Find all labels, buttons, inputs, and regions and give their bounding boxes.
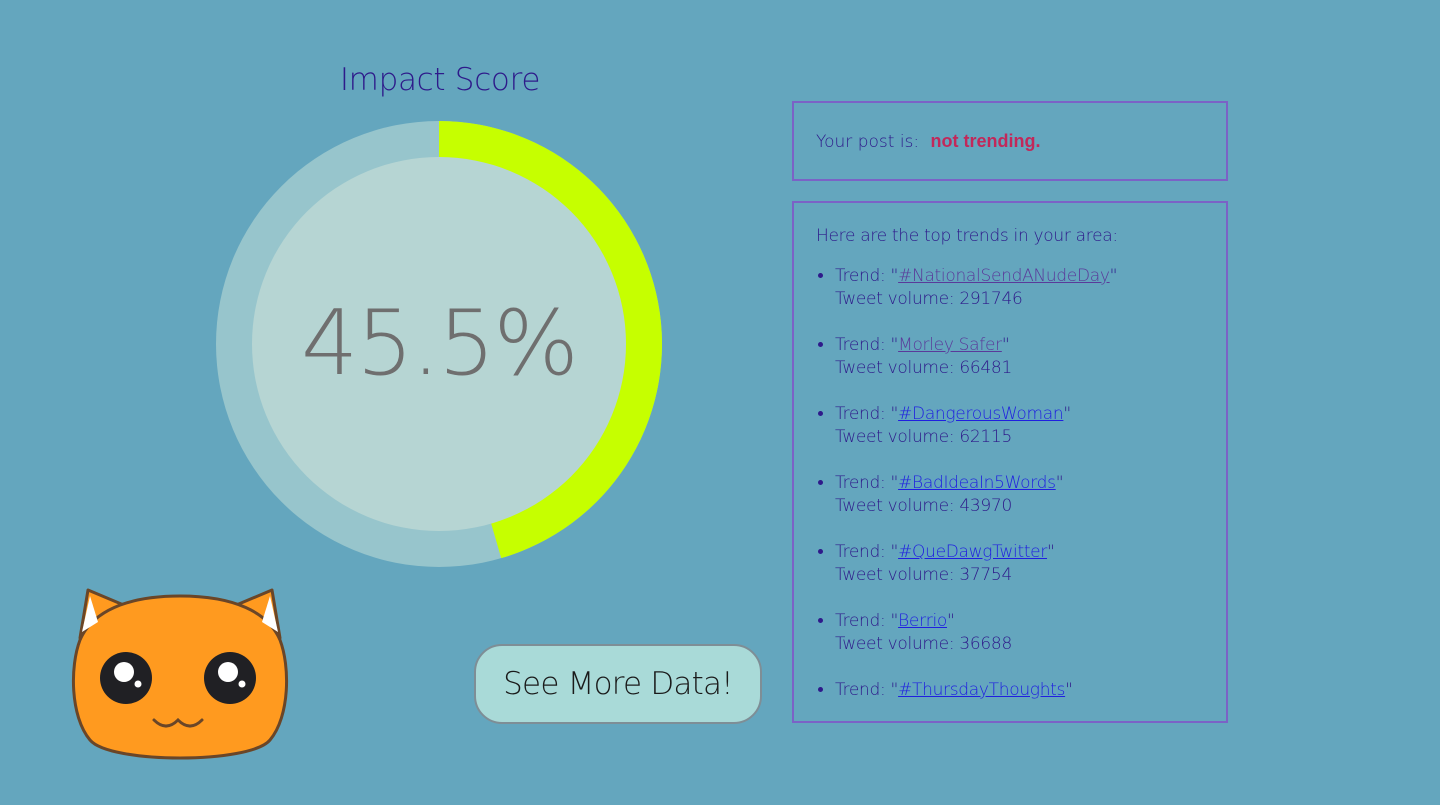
- trend-item: Trend: "Berrio" Tweet volume: 36688: [835, 610, 1226, 656]
- tweet-volume-label: Tweet volume:: [835, 358, 960, 378]
- trend-link[interactable]: Berrio: [898, 611, 947, 631]
- trend-suffix: ": [1047, 542, 1055, 562]
- tweet-volume-value: 36688: [959, 634, 1012, 654]
- trend-suffix: ": [1055, 473, 1064, 493]
- trend-prefix: Trend: ": [835, 611, 899, 631]
- impact-score-gauge: 45.5%: [214, 119, 664, 569]
- gauge-title: Impact Score: [339, 62, 541, 98]
- tweet-volume-label: Tweet volume:: [835, 634, 960, 654]
- trend-suffix: ": [1063, 404, 1071, 424]
- tweet-volume-value: 66481: [959, 358, 1012, 378]
- status-label: Your post is:: [816, 132, 920, 152]
- trend-link[interactable]: #BadIdeaIn5Words: [898, 473, 1056, 493]
- trend-item: Trend: "#NationalSendANudeDay" Tweet volu…: [835, 265, 1226, 311]
- top-trends-box: Here are the top trends in your area: Tr…: [792, 201, 1228, 723]
- trend-item: Trend: "#DangerousWoman" Tweet volume: 62…: [835, 403, 1226, 449]
- tweet-volume-value: 37754: [959, 565, 1012, 585]
- trend-prefix: Trend: ": [835, 473, 899, 493]
- cat-mascot-icon: [66, 576, 294, 772]
- trend-item: Trend: "#QueDawgTwitter" Tweet volume: 37…: [835, 541, 1226, 587]
- trend-link[interactable]: #NationalSendANudeDay: [898, 266, 1110, 286]
- status-value: not trending.: [930, 131, 1041, 151]
- trend-link[interactable]: #ThursdayThoughts: [898, 680, 1065, 700]
- tweet-volume-label: Tweet volume:: [835, 565, 960, 585]
- tweet-volume-value: 291746: [959, 289, 1023, 309]
- trend-link[interactable]: #DangerousWoman: [898, 404, 1064, 424]
- trend-item: Trend: "#BadIdeaIn5Words" Tweet volume: 4…: [835, 472, 1226, 518]
- tweet-volume-value: 43970: [959, 496, 1012, 516]
- trend-prefix: Trend: ": [835, 680, 899, 700]
- trending-status-box: Your post is: not trending.: [792, 101, 1228, 181]
- page: Impact Score 45.5% See More Data! Your p…: [0, 0, 1440, 805]
- trend-prefix: Trend: ": [835, 335, 899, 355]
- trend-list: Trend: "#NationalSendANudeDay"Tweet volu…: [816, 265, 1226, 702]
- trend-item: Trend: "#ThursdayThoughts": [835, 679, 1226, 702]
- trend-link[interactable]: Morley Safer: [898, 335, 1002, 355]
- trend-prefix: Trend: ": [835, 404, 899, 424]
- trend-item: Trend: "Morley Safer" Tweet volume: 66481: [835, 334, 1226, 380]
- gauge-value: 45.5%: [301, 291, 579, 396]
- see-more-data-button[interactable]: See More Data!: [474, 644, 762, 724]
- trend-suffix: ": [946, 611, 955, 631]
- trend-suffix: ": [1001, 335, 1010, 355]
- trend-prefix: Trend: ": [835, 266, 899, 286]
- trend-suffix: ": [1065, 680, 1073, 700]
- trend-link[interactable]: #QueDawgTwitter: [898, 542, 1047, 562]
- tweet-volume-label: Tweet volume:: [835, 289, 960, 309]
- tweet-volume-label: Tweet volume:: [835, 496, 960, 516]
- trend-prefix: Trend: ": [835, 542, 899, 562]
- trends-intro: Here are the top trends in your area:: [816, 226, 1118, 246]
- tweet-volume-value: 62115: [959, 427, 1012, 447]
- trend-suffix: ": [1109, 266, 1118, 286]
- tweet-volume-label: Tweet volume:: [835, 427, 960, 447]
